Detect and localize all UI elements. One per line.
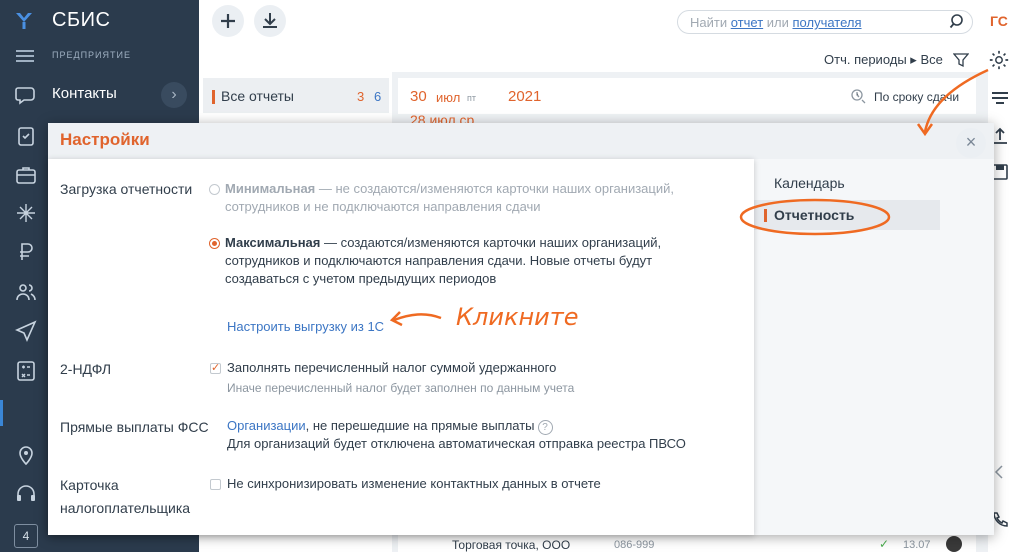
search-link-recipient[interactable]: получателя — [793, 15, 862, 30]
headset-icon[interactable] — [14, 482, 38, 506]
row-name: Торговая точка, ООО — [452, 538, 571, 552]
selected-marker — [764, 209, 767, 222]
people-icon[interactable] — [14, 280, 38, 304]
period-filter[interactable]: Отч. периоды ▸ Все — [824, 52, 943, 68]
fss-orgs-link[interactable]: Организации — [227, 418, 306, 433]
selected-marker — [212, 90, 215, 104]
sort-icon[interactable] — [850, 88, 866, 104]
dialog-header — [48, 123, 994, 159]
ruble-icon[interactable] — [14, 240, 38, 264]
download-button[interactable] — [254, 5, 286, 37]
date-header: 30 июл пт 2021 По сроку сдачи — [398, 78, 976, 114]
option-minimal-desc-1: — не создаются/изменяются карточки наших… — [315, 181, 674, 196]
fss-hint: Для организаций будет отключена автомати… — [227, 436, 686, 451]
section-card-label-2: налогоплательщика — [60, 500, 191, 516]
section-card-label-1: Карточка — [60, 477, 119, 493]
card-checkbox-label[interactable]: Не синхронизировать изменение контактных… — [227, 475, 601, 493]
ndfl-checkbox[interactable]: ✓ — [210, 363, 221, 374]
option-maximal-desc-2: сотрудников и подключаются направления с… — [225, 253, 653, 268]
search-link-report[interactable]: отчет — [731, 15, 763, 30]
option-maximal-desc-1: — создаются/изменяются карточки наших ор… — [320, 235, 662, 250]
tab-reporting[interactable]: Отчетность — [740, 200, 940, 230]
add-button[interactable] — [212, 5, 244, 37]
send-icon[interactable] — [14, 319, 38, 343]
option-minimal-title: Минимальная — [225, 181, 316, 196]
date-day: 30 — [410, 88, 427, 105]
active-indicator — [0, 400, 3, 426]
count-blue: 6 — [374, 89, 382, 104]
section-ndfl-label: 2-НДФЛ — [60, 361, 112, 377]
search-prefix: Найти — [690, 15, 731, 30]
close-button[interactable]: × — [956, 128, 986, 158]
sidebar-item-contacts[interactable]: Контакты › — [0, 76, 199, 114]
configure-1c-link[interactable]: Настроить выгрузку из 1С — [227, 318, 384, 336]
org-label: ПРЕДПРИЯТИЕ — [52, 50, 131, 60]
table-row[interactable]: Торговая точка, ООО 086-999 ✓ 13.07 — [398, 534, 976, 552]
download-icon — [263, 13, 277, 28]
count-orange: 3 — [357, 89, 365, 104]
search-icon[interactable] — [949, 13, 967, 31]
sbis-logo-icon — [16, 13, 32, 29]
check-icon: ✓ — [879, 537, 890, 551]
tab-calendar[interactable]: Календарь — [774, 175, 845, 191]
menu-icon[interactable] — [16, 50, 34, 62]
radio-maximal[interactable] — [209, 238, 220, 249]
clipboard-icon[interactable] — [14, 124, 38, 148]
tab-reporting-label: Отчетность — [774, 207, 855, 223]
reports-nav-label: Все отчеты — [221, 88, 294, 104]
sidebar-item-label: Контакты — [52, 85, 117, 102]
calculator-icon[interactable] — [14, 359, 38, 383]
search-mid: или — [763, 15, 793, 30]
sparkle-icon[interactable] — [14, 201, 38, 225]
radio-minimal[interactable] — [209, 184, 220, 195]
section-upload-label: Загрузка отчетности — [60, 181, 193, 197]
search-input[interactable]: Найти отчет или получателя — [677, 10, 973, 34]
map-pin-icon[interactable] — [14, 443, 38, 467]
date-year: 2021 — [508, 88, 542, 105]
ndfl-checkbox-label[interactable]: Заполнять перечисленный налог суммой уде… — [227, 359, 556, 377]
reports-nav-all[interactable]: Все отчеты 3 6 — [203, 78, 389, 113]
option-minimal-desc-2: сотрудников и не подключаются направлени… — [225, 199, 541, 214]
date-month: июл — [436, 90, 461, 105]
chevron-right-icon[interactable]: › — [161, 82, 187, 108]
gear-icon[interactable] — [988, 49, 1010, 71]
card-checkbox[interactable] — [210, 479, 221, 490]
option-maximal-desc-3: создаваться с учетом предыдущих периодов — [225, 271, 497, 286]
option-maximal[interactable]: Максимальная — создаются/изменяются карт… — [225, 234, 725, 288]
plus-icon — [221, 14, 235, 28]
fss-line: Организации, не перешедшие на прямые вып… — [227, 417, 553, 435]
annotation-click-here: Кликните — [456, 303, 579, 331]
ndfl-hint: Иначе перечисленный налог будет заполнен… — [227, 381, 575, 395]
notification-count[interactable]: 4 — [14, 524, 38, 548]
briefcase-icon[interactable] — [14, 163, 38, 187]
option-minimal[interactable]: Минимальная — не создаются/изменяются ка… — [225, 180, 725, 216]
row-code: 086-999 — [614, 539, 655, 551]
chat-icon — [15, 87, 35, 105]
brand-name: СБИС — [52, 9, 111, 31]
row-date: 13.07 — [903, 539, 931, 551]
date-weekday: пт — [467, 93, 476, 103]
settings-panel: Загрузка отчетности Минимальная — не соз… — [48, 159, 754, 535]
fss-text: , не перешедшие на прямые выплаты — [305, 418, 535, 433]
avatar — [946, 536, 962, 552]
user-avatar[interactable]: ГС — [990, 13, 1008, 29]
dialog-title: Настройки — [60, 130, 150, 149]
option-maximal-title: Максимальная — [225, 235, 321, 250]
list-filter-icon[interactable] — [990, 88, 1010, 108]
filter-icon[interactable] — [953, 52, 969, 68]
sort-label[interactable]: По сроку сдачи — [874, 90, 959, 104]
help-icon[interactable]: ? — [537, 420, 553, 435]
section-fss-label: Прямые выплаты ФСС — [60, 419, 209, 435]
